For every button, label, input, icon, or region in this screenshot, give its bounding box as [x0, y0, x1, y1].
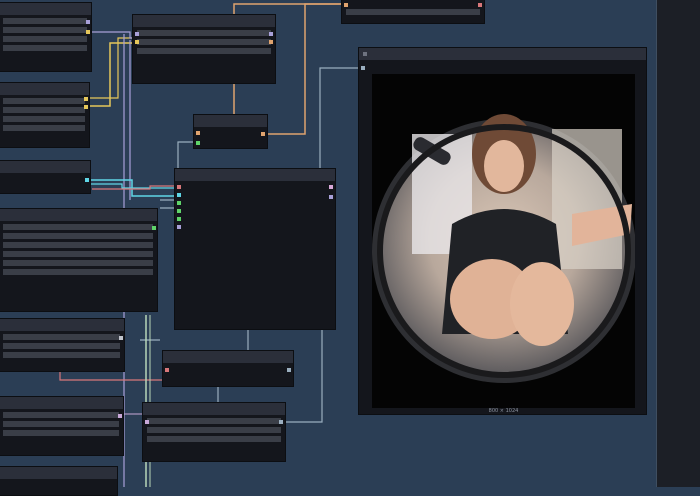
input-port[interactable]: [177, 201, 181, 205]
input-port[interactable]: [177, 185, 181, 189]
node-widget[interactable]: [3, 421, 119, 427]
input-port[interactable]: [344, 3, 348, 7]
node-widget[interactable]: [3, 242, 153, 248]
output-port[interactable]: [86, 20, 90, 24]
input-port[interactable]: [196, 131, 200, 135]
node-left-5[interactable]: [0, 318, 125, 372]
node-widget[interactable]: [3, 45, 87, 51]
output-port[interactable]: [269, 40, 273, 44]
node-header[interactable]: [0, 161, 90, 173]
output-port[interactable]: [152, 226, 156, 230]
link-pink-1: [92, 185, 178, 190]
preview-image-node[interactable]: 800 × 1024: [358, 47, 647, 415]
node-widget[interactable]: [3, 116, 85, 122]
collapse-dot[interactable]: [363, 52, 367, 56]
node-widget[interactable]: [3, 107, 85, 113]
output-port[interactable]: [85, 178, 89, 182]
node-widget[interactable]: [3, 125, 85, 131]
node-header[interactable]: [175, 169, 335, 181]
link-yellow-1: [90, 42, 136, 107]
node-widget[interactable]: [3, 412, 119, 418]
input-port[interactable]: [177, 193, 181, 197]
node-widget[interactable]: [147, 418, 281, 424]
node-widget[interactable]: [137, 48, 271, 54]
node-widget[interactable]: [3, 352, 120, 358]
link-orange-mid: [268, 3, 345, 135]
node-mid-lower[interactable]: [162, 350, 294, 387]
output-port[interactable]: [84, 105, 88, 109]
node-widget[interactable]: [3, 269, 153, 275]
node-widget[interactable]: [3, 251, 153, 257]
node-header[interactable]: [359, 48, 646, 60]
input-port[interactable]: [165, 368, 169, 372]
node-top-right[interactable]: [341, 0, 485, 24]
node-widget[interactable]: [3, 98, 85, 104]
link-gray-2: [319, 67, 362, 168]
link-cyan-1: [90, 179, 178, 197]
node-left-1[interactable]: [0, 2, 92, 72]
node-widget[interactable]: [147, 436, 281, 442]
node-widget[interactable]: [3, 233, 153, 239]
node-mid-top[interactable]: [132, 14, 276, 84]
output-port[interactable]: [478, 3, 482, 7]
output-port[interactable]: [269, 32, 273, 36]
node-header[interactable]: [133, 15, 275, 27]
node-header[interactable]: [0, 83, 89, 95]
input-port[interactable]: [196, 141, 200, 145]
node-header[interactable]: [0, 397, 123, 409]
output-port[interactable]: [261, 132, 265, 136]
node-widget[interactable]: [3, 334, 120, 340]
output-port[interactable]: [287, 368, 291, 372]
node-widget[interactable]: [3, 18, 87, 24]
node-header[interactable]: [0, 209, 157, 221]
node-widget[interactable]: [137, 30, 271, 36]
input-port[interactable]: [135, 32, 139, 36]
link-purple-1: [92, 31, 136, 39]
node-widget[interactable]: [3, 224, 153, 230]
input-port[interactable]: [177, 209, 181, 213]
node-header[interactable]: [0, 3, 91, 15]
node-header[interactable]: [163, 351, 293, 363]
node-header[interactable]: [194, 115, 267, 127]
node-widget[interactable]: [3, 430, 119, 436]
output-port[interactable]: [279, 420, 283, 424]
node-header[interactable]: [143, 403, 285, 415]
node-header[interactable]: [0, 319, 124, 331]
output-port[interactable]: [329, 185, 333, 189]
node-left-4[interactable]: [0, 208, 158, 312]
output-port[interactable]: [86, 30, 90, 34]
output-port[interactable]: [329, 195, 333, 199]
output-port[interactable]: [84, 97, 88, 101]
input-port[interactable]: [177, 217, 181, 221]
link-yellow-2: [90, 37, 136, 99]
node-mid-large[interactable]: [174, 168, 336, 330]
node-widget[interactable]: [3, 343, 120, 349]
node-widget[interactable]: [137, 39, 271, 45]
input-port[interactable]: [135, 40, 139, 44]
image-size-caption: 800 × 1024: [488, 408, 519, 414]
output-port[interactable]: [119, 336, 123, 340]
output-port[interactable]: [118, 414, 122, 418]
input-port[interactable]: [177, 225, 181, 229]
node-left-2[interactable]: [0, 82, 90, 148]
node-mid-bottom[interactable]: [142, 402, 286, 462]
right-sidebar-panel: [656, 0, 700, 487]
link-cyan-2: [90, 183, 178, 189]
node-widget[interactable]: [3, 36, 87, 42]
node-widget[interactable]: [3, 260, 153, 266]
node-widget[interactable]: [147, 427, 281, 433]
input-port[interactable]: [361, 66, 365, 70]
node-left-7[interactable]: [0, 466, 118, 496]
node-header[interactable]: [0, 467, 117, 479]
link-orange-top: [233, 3, 345, 14]
node-widget[interactable]: [3, 27, 87, 33]
node-widget[interactable]: [346, 9, 480, 15]
preview-image: [372, 74, 636, 408]
fisheye-photo-placeholder: [372, 74, 636, 408]
node-mid-small[interactable]: [193, 114, 268, 149]
node-left-3[interactable]: [0, 160, 91, 194]
node-left-6[interactable]: [0, 396, 124, 456]
input-port[interactable]: [145, 420, 149, 424]
node-graph-canvas[interactable]: 800 × 1024: [0, 0, 700, 496]
